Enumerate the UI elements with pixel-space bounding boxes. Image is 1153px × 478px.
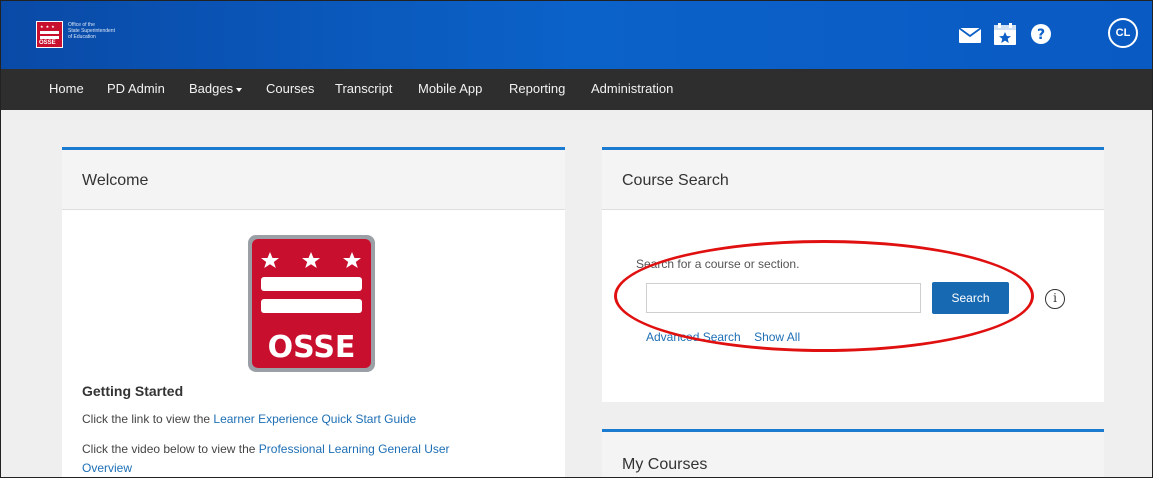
logo-caption: Office of the State Superintendent of Ed… [68,22,158,40]
panel-header: My Courses [602,432,1104,477]
general-overview-link[interactable]: Professional Learning General User [259,442,450,456]
video-prefix: Click the video below to view the [82,442,259,456]
info-icon[interactable]: i [1045,289,1065,309]
osse-large-logo-text: OSSE [268,330,356,365]
logo-text: OSSE [39,40,56,46]
top-header: ★★★ OSSE Office of the State Superintend… [1,1,1152,69]
nav-reporting[interactable]: Reporting [509,81,565,97]
chevron-down-icon [236,87,243,92]
osse-large-logo: OSSE [248,235,375,377]
show-all-link[interactable]: Show All [754,330,800,344]
main-nav: Home PD Admin Badges Courses Transcript … [1,69,1152,110]
osse-logo[interactable]: ★★★ OSSE [36,21,63,48]
logo-bar [40,31,59,34]
nav-transcript[interactable]: Transcript [335,81,392,97]
mail-icon[interactable] [958,27,982,48]
quick-start-prefix: Click the link to view the [82,412,214,426]
my-courses-panel: My Courses [602,429,1104,477]
panel-title: Course Search [622,172,729,189]
nav-home[interactable]: Home [49,81,84,97]
getting-started-heading: Getting Started [82,383,184,399]
course-search-panel: Course Search Search for a course or sec… [602,147,1104,402]
course-search-input[interactable] [646,283,921,313]
user-avatar[interactable]: CL [1108,18,1138,48]
app-frame: ★★★ OSSE Office of the State Superintend… [0,0,1153,478]
calendar-star-icon[interactable] [994,23,1016,50]
panel-header: Welcome [62,150,565,210]
welcome-panel: Welcome OSSE Getting Started Click the l… [62,147,565,477]
video-line-2: Overview [82,460,132,476]
nav-badges-label: Badges [189,81,234,96]
quick-start-link[interactable]: Learner Experience Quick Start Guide [213,412,416,426]
nav-badges[interactable]: Badges [189,81,243,97]
advanced-search-link[interactable]: Advanced Search [646,330,741,344]
general-overview-link-cont[interactable]: Overview [82,461,132,475]
logo-caption-line: of Education [68,34,96,40]
nav-courses[interactable]: Courses [266,81,314,97]
quick-start-line: Click the link to view the Learner Exper… [82,411,416,427]
logo-bar [40,36,59,39]
video-line: Click the video below to view the Profes… [82,441,450,457]
nav-pd-admin[interactable]: PD Admin [107,81,165,97]
panel-header: Course Search [602,150,1104,210]
panel-title: My Courses [622,456,708,473]
panel-title: Welcome [82,172,149,189]
search-button[interactable]: Search [932,282,1009,314]
nav-administration[interactable]: Administration [591,81,673,97]
logo-stars: ★★★ [40,24,57,29]
svg-text:?: ? [1037,27,1045,43]
nav-mobile-app[interactable]: Mobile App [418,81,482,97]
search-links: Advanced Search Show All [646,329,800,345]
help-icon[interactable]: ? [1030,23,1052,50]
search-prompt: Search for a course or section. [636,257,800,271]
